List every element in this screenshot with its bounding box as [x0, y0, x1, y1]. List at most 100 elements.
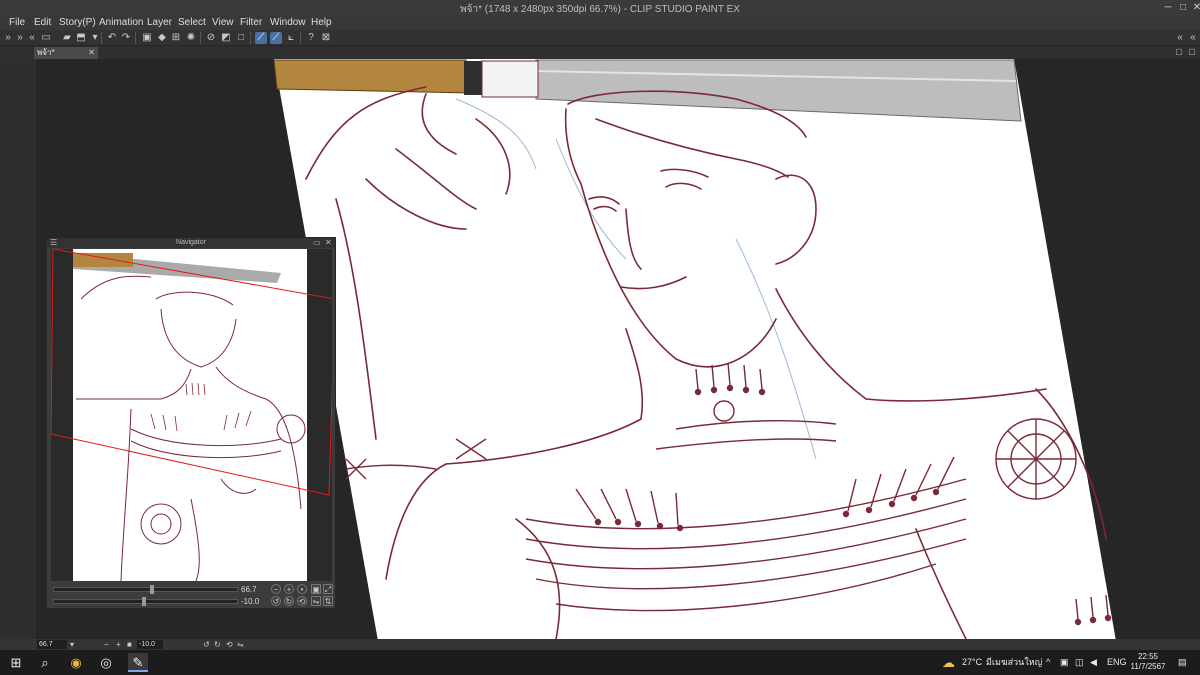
- panel-collapse-icon[interactable]: «: [1174, 32, 1186, 44]
- minimize-button[interactable]: ─: [1160, 0, 1176, 16]
- fit-navigator-icon[interactable]: ⤢: [323, 584, 333, 594]
- status-rotate-left-icon[interactable]: ↺: [203, 639, 210, 650]
- invert-selection-icon[interactable]: ◩: [220, 32, 232, 44]
- sword-handle: [273, 59, 471, 94]
- side-panel-button[interactable]: ▢: [1174, 47, 1184, 57]
- input-language[interactable]: ENG: [1107, 650, 1127, 675]
- document-tab-strip: พจ้า* ✕: [0, 46, 1200, 59]
- status-reset-icon[interactable]: ⟲: [226, 639, 233, 650]
- save-icon[interactable]: ⬒: [75, 32, 87, 44]
- flip-horizontal-icon[interactable]: ⇋: [311, 596, 321, 606]
- flip-vertical-icon[interactable]: ⇅: [323, 596, 333, 606]
- weather-icon[interactable]: ☁: [942, 650, 955, 675]
- menu-select[interactable]: Select: [178, 16, 206, 30]
- status-zoom-field[interactable]: 66.7: [37, 640, 67, 649]
- crop-icon[interactable]: □: [235, 32, 247, 44]
- status-flip-icon[interactable]: ⇋: [237, 639, 244, 650]
- redo-icon[interactable]: ↷: [120, 32, 132, 44]
- panel-minimize-icon[interactable]: ▭: [313, 238, 321, 248]
- navigator-zoom-row: 66.7 − + • ▣ ⤢: [51, 584, 333, 595]
- zoom-slider[interactable]: [53, 585, 238, 594]
- navigator-preview[interactable]: [51, 249, 332, 581]
- rotate-right-icon[interactable]: ↻: [284, 596, 294, 606]
- document-tab[interactable]: พจ้า* ✕: [34, 47, 98, 59]
- zoom-out-icon[interactable]: −: [271, 584, 281, 594]
- expand-panel-icon-2[interactable]: »: [14, 32, 26, 44]
- close-button[interactable]: ✕: [1189, 0, 1200, 16]
- weather-temp[interactable]: 27°C: [962, 650, 982, 675]
- status-bar: 66.7 ▾ − + ■ -10.0 ↺ ↻ ⟲ ⇋: [0, 639, 1200, 650]
- status-angle-field[interactable]: -10.0: [137, 640, 163, 649]
- menu-file[interactable]: File: [9, 16, 25, 30]
- menu-window[interactable]: Window: [270, 16, 306, 30]
- expand-panel-icon[interactable]: »: [2, 32, 14, 44]
- export-icon[interactable]: ▾: [89, 32, 101, 44]
- search-icon[interactable]: ⌕: [35, 653, 55, 672]
- chrome-icon[interactable]: ◉: [66, 653, 86, 672]
- special-ruler-snap-icon[interactable]: ⟋: [270, 32, 282, 44]
- command-bar: » » « ▭ ▰ ⬒ ▾ ↶ ↷ ▣ ◆ ⊞ ✺ ⊘ ◩ □ ⟋ ⟋ ⟀ ? …: [0, 30, 1200, 46]
- rotation-slider[interactable]: [53, 597, 238, 606]
- menu-bar: File Edit Story(P) Animation Layer Selec…: [0, 16, 1200, 30]
- fill-icon[interactable]: ◆: [156, 32, 168, 44]
- grid-snap-icon[interactable]: ⟀: [285, 32, 297, 44]
- title-bar: พจ้า* (1748 x 2480px 350dpi 66.7%) - CLI…: [0, 0, 1200, 16]
- navigator-rotate-row: -10.0 ↺ ↻ ⟲ ⇋ ⇅: [51, 596, 333, 607]
- actual-size-icon[interactable]: •: [297, 584, 307, 594]
- windows-taskbar: ⊞ ⌕ ◉ ◎ ✎ ☁ 27°C มีเมฆส่วนใหญ่ ^ ▣ ◫ ◀ E…: [0, 650, 1200, 675]
- close-tab-icon[interactable]: ✕: [88, 47, 95, 59]
- status-zoom-out-icon[interactable]: −: [104, 639, 109, 650]
- document-tab-label: พจ้า*: [37, 48, 55, 57]
- navigator-title: Navigator: [176, 239, 206, 246]
- system-clock[interactable]: 22:55 11/7/2567: [1128, 652, 1168, 672]
- menu-story[interactable]: Story(P): [59, 16, 96, 30]
- volume-icon[interactable]: ◀: [1090, 650, 1097, 675]
- side-panel-button-2[interactable]: ▢: [1187, 47, 1197, 57]
- menu-help[interactable]: Help: [311, 16, 332, 30]
- open-folder-icon[interactable]: ▰: [61, 32, 73, 44]
- clip-studio-window: พจ้า* (1748 x 2480px 350dpi 66.7%) - CLI…: [0, 0, 1200, 675]
- collapse-panel-icon[interactable]: «: [26, 32, 38, 44]
- menu-layer[interactable]: Layer: [147, 16, 172, 30]
- panel-collapse-icon-2[interactable]: «: [1187, 32, 1199, 44]
- clip-studio-paint-icon[interactable]: ✎: [128, 653, 148, 672]
- transform-icon[interactable]: ⊞: [170, 32, 182, 44]
- zoom-in-icon[interactable]: +: [284, 584, 294, 594]
- menu-view[interactable]: View: [212, 16, 234, 30]
- status-zoom-in-icon[interactable]: +: [116, 639, 121, 650]
- tray-chevron-icon[interactable]: ^: [1046, 650, 1050, 675]
- weather-text[interactable]: มีเมฆส่วนใหญ่: [986, 650, 1042, 675]
- clear-layer-icon[interactable]: ▣: [141, 32, 153, 44]
- canvas-page: [274, 59, 1116, 639]
- zoom-dropdown-icon[interactable]: ▾: [70, 639, 74, 650]
- rotation-slider-knob[interactable]: [142, 597, 146, 606]
- rotate-left-icon[interactable]: ↺: [271, 596, 281, 606]
- windows-start-icon[interactable]: ⊞: [6, 653, 26, 672]
- reset-rotation-icon[interactable]: ⟲: [297, 596, 307, 606]
- window-title: พจ้า* (1748 x 2480px 350dpi 66.7%) - CLI…: [460, 4, 740, 15]
- deselect-icon[interactable]: ⊘: [205, 32, 217, 44]
- toolbar-separator: [250, 32, 251, 44]
- fit-window-icon[interactable]: ▣: [311, 584, 321, 594]
- ruler-snap-icon[interactable]: ⟋: [255, 32, 267, 44]
- status-fit-icon[interactable]: ■: [127, 639, 132, 650]
- panel-menu-icon[interactable]: ☰: [50, 238, 57, 248]
- menu-filter[interactable]: Filter: [240, 16, 262, 30]
- menu-animation[interactable]: Animation: [99, 16, 143, 30]
- meet-now-icon[interactable]: ▣: [1060, 650, 1069, 675]
- panel-close-icon[interactable]: ✕: [325, 238, 332, 248]
- help-icon[interactable]: ?: [305, 32, 317, 44]
- status-rotate-right-icon[interactable]: ↻: [214, 639, 221, 650]
- settings-icon[interactable]: ⊠: [320, 32, 332, 44]
- undo-icon[interactable]: ↶: [106, 32, 118, 44]
- zoom-slider-knob[interactable]: [150, 585, 154, 594]
- selection-icon[interactable]: ✺: [185, 32, 197, 44]
- zoom-value: 66.7: [241, 585, 257, 594]
- new-file-icon[interactable]: ▭: [40, 32, 52, 44]
- toolbar-separator: [300, 32, 301, 44]
- notification-icon[interactable]: ▤: [1178, 650, 1187, 675]
- toolbar-separator: [200, 32, 201, 44]
- clip-studio-launcher-icon[interactable]: ◎: [96, 653, 116, 672]
- menu-edit[interactable]: Edit: [34, 16, 51, 30]
- network-icon[interactable]: ◫: [1075, 650, 1084, 675]
